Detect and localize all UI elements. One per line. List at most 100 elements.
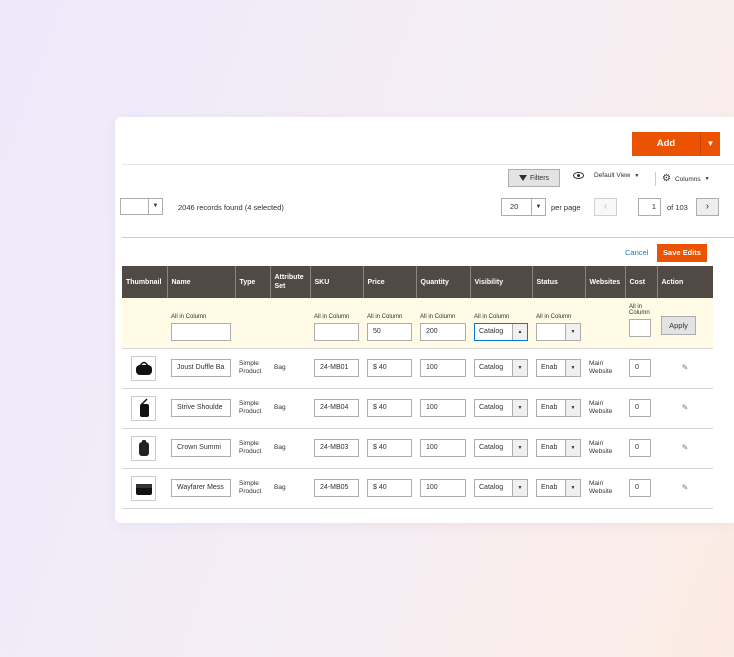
thumbnail-cell [122, 348, 167, 389]
name-cell: Strive Shoulde [167, 388, 235, 429]
table-row: Strive Shoulde Simple Product Bag 24-MB04… [122, 388, 713, 429]
cost-input[interactable]: 0 [629, 359, 651, 377]
visibility-select[interactable]: Catalog ▼ [474, 479, 528, 497]
page-number-input[interactable]: 1 [638, 198, 661, 216]
website-line1: Main [589, 400, 604, 407]
col-sku[interactable]: SKU [310, 266, 364, 298]
type-cell: Simple Product [235, 468, 270, 509]
all-in-column-label: All in Column [171, 314, 207, 320]
price-input[interactable]: $ 40 [367, 479, 412, 497]
quantity-input[interactable]: 100 [420, 479, 466, 497]
quantity-input[interactable]: 100 [420, 439, 466, 457]
table-row: Wayfarer Mess Simple Product Bag 24-MB05 … [122, 468, 713, 509]
bulk-name-input[interactable] [171, 323, 231, 341]
sku-input[interactable]: 24-MB03 [314, 439, 359, 457]
name-input[interactable]: Joust Duffle Ba [171, 359, 231, 377]
product-table: Thumbnail Name Type Attribute Set SKU Pr… [122, 266, 713, 509]
bulk-quantity-input[interactable]: 200 [420, 323, 466, 341]
quantity-input[interactable]: 100 [420, 399, 466, 417]
action-cell: ✎ [657, 428, 713, 469]
sku-input[interactable]: 24-MB05 [314, 479, 359, 497]
name-input[interactable]: Crown Summi [171, 439, 231, 457]
visibility-value: Catalog [479, 484, 504, 491]
messenger-bag-icon[interactable] [131, 475, 156, 501]
action-cell: ✎ [657, 468, 713, 509]
sku-input[interactable]: 24-MB04 [314, 399, 359, 417]
chevron-down-icon: ▼ [565, 480, 580, 496]
status-select[interactable]: Enab ▼ [536, 359, 581, 377]
price-input[interactable]: $ 40 [367, 359, 412, 377]
websites-cell: Main Website [585, 468, 625, 509]
bulk-visibility-value: Catalog [479, 328, 504, 335]
status-value: Enab [541, 484, 558, 491]
action-cell: ✎ [657, 348, 713, 389]
mass-action-select[interactable]: ▼ [120, 198, 163, 215]
next-page-button[interactable]: › [695, 198, 719, 216]
pencil-icon[interactable]: ✎ [661, 404, 709, 412]
duffle-bag-icon[interactable] [131, 355, 156, 381]
visibility-select[interactable]: Catalog ▼ [474, 439, 528, 457]
attribute-set-cell: Bag [270, 468, 310, 509]
name-input[interactable]: Strive Shoulde [171, 399, 231, 417]
cost-label-line2: Column [629, 310, 650, 316]
pencil-icon[interactable]: ✎ [661, 444, 709, 452]
bulk-status-select[interactable]: ▼ [536, 323, 581, 341]
shoulder-bag-icon[interactable] [131, 395, 156, 421]
prev-page-button[interactable]: ‹ [594, 198, 617, 216]
bulk-cost-input[interactable] [629, 319, 651, 337]
filters-button[interactable]: Filters [508, 169, 560, 187]
per-page-select[interactable]: 20 ▼ [501, 198, 546, 216]
chevron-up-icon: ▲ [512, 324, 527, 340]
col-name[interactable]: Name [167, 266, 236, 298]
all-in-column-label: All in Column [314, 314, 350, 320]
attribute-set-cell: Bag [270, 428, 310, 469]
status-select[interactable]: Enab ▼ [536, 479, 581, 497]
pagination: ‹ 1 of 103 › [594, 198, 719, 216]
cost-input[interactable]: 0 [629, 439, 651, 457]
price-input[interactable]: $ 40 [367, 439, 412, 457]
chevron-down-icon: ▼ [565, 400, 580, 416]
quantity-input[interactable]: 100 [420, 359, 466, 377]
add-product-dropdown-icon[interactable]: ▼ [700, 132, 720, 156]
pencil-icon[interactable]: ✎ [661, 364, 709, 372]
chevron-down-icon: ▼ [565, 440, 580, 456]
websites-cell: Main Website [585, 428, 625, 469]
col-type[interactable]: Type [235, 266, 271, 298]
col-price[interactable]: Price [363, 266, 417, 298]
cancel-link[interactable]: Cancel [625, 248, 648, 257]
add-product-button[interactable]: Add Product [632, 132, 700, 173]
pencil-icon[interactable]: ✎ [661, 484, 709, 492]
chevron-down-icon: ▼ [512, 440, 527, 456]
bulk-visibility-select[interactable]: Catalog ▲ [474, 323, 528, 341]
default-view-dropdown[interactable]: Default View ▼ [573, 172, 639, 179]
cost-input[interactable]: 0 [629, 479, 651, 497]
bulk-sku-input[interactable] [314, 323, 359, 341]
cost-input[interactable]: 0 [629, 399, 651, 417]
col-thumbnail[interactable]: Thumbnail [122, 266, 168, 298]
price-input[interactable]: $ 40 [367, 399, 412, 417]
thumbnail-cell [122, 468, 167, 509]
website-line2: Website [589, 488, 613, 495]
col-cost[interactable]: Cost [625, 266, 658, 298]
website-line2: Website [589, 448, 613, 455]
visibility-select[interactable]: Catalog ▼ [474, 359, 528, 377]
status-select[interactable]: Enab ▼ [536, 399, 581, 417]
name-input[interactable]: Wayfarer Mess [171, 479, 231, 497]
col-visibility[interactable]: Visibility [470, 266, 533, 298]
sku-cell: 24-MB01 [310, 348, 363, 389]
bulk-price-input[interactable]: 50 [367, 323, 412, 341]
bulk-price-cell: All in Column 50 [363, 298, 416, 349]
col-websites[interactable]: Websites [585, 266, 626, 298]
status-select[interactable]: Enab ▼ [536, 439, 581, 457]
col-quantity[interactable]: Quantity [416, 266, 471, 298]
backpack-icon[interactable] [131, 435, 156, 461]
columns-dropdown[interactable]: ⚙ Columns ▼ [655, 172, 710, 186]
col-status[interactable]: Status [532, 266, 586, 298]
per-page-value: 20 [510, 202, 519, 211]
sku-input[interactable]: 24-MB01 [314, 359, 359, 377]
table-row: Joust Duffle Ba Simple Product Bag 24-MB0… [122, 348, 713, 389]
save-edits-button[interactable]: Save Edits [657, 244, 707, 262]
col-attribute-set[interactable]: Attribute Set [270, 266, 311, 298]
apply-button[interactable]: Apply [661, 316, 696, 335]
visibility-select[interactable]: Catalog ▼ [474, 399, 528, 417]
